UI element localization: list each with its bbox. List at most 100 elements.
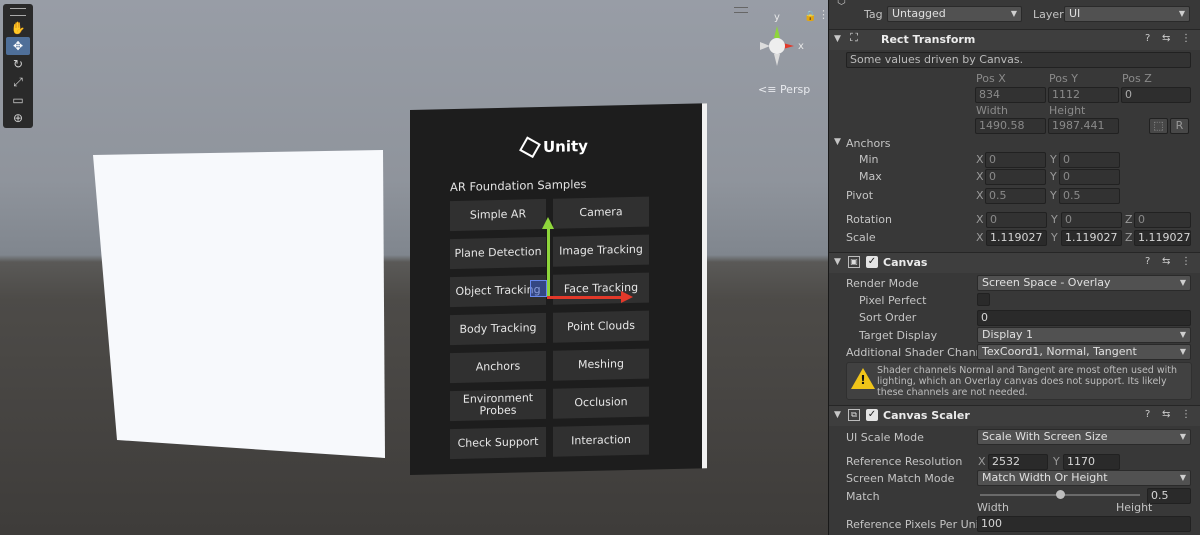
pos-x-label: Pos X (976, 72, 1006, 85)
pos-z-field[interactable]: 0 (1121, 87, 1191, 103)
layer-dropdown[interactable]: UI (1064, 6, 1190, 22)
scale-x-field[interactable]: 1.119027 (986, 230, 1047, 246)
canvas-scaler-icon: ⧉ (848, 409, 860, 421)
transform-icon[interactable]: ⊕ (6, 109, 30, 127)
interaction-button[interactable]: Interaction (553, 424, 649, 457)
axis-y-label: Y (1050, 153, 1057, 166)
anchors-max-label: Max (859, 170, 882, 183)
rotate-icon[interactable]: ↻ (6, 55, 30, 73)
occlusion-button[interactable]: Occlusion (553, 386, 649, 419)
scene-view[interactable]: ✋ ✥ ↻ ⤢ ▭ ⊕ 🔒 ⋮ y x <≡ Persp Unity AR Fo… (0, 0, 828, 535)
scale-icon[interactable]: ⤢ (6, 73, 30, 91)
kebab-menu-icon[interactable]: ⋮ (1181, 33, 1191, 44)
move-handle-x-arrow-icon[interactable] (621, 291, 633, 303)
move-icon[interactable]: ✥ (6, 37, 30, 55)
rect-transform-header[interactable]: ▼ ⛶ Rect Transform ? ⇆ ⋮ (829, 29, 1200, 50)
axis-y-label: Y (1053, 455, 1060, 468)
scale-label: Scale (846, 231, 876, 244)
canvas-scaler-title: Canvas Scaler (883, 409, 970, 422)
check-support-button[interactable]: Check Support (450, 426, 546, 460)
canvas-enabled-checkbox[interactable]: ✓ (866, 256, 878, 268)
blueprint-mode-button[interactable]: ⬚ (1149, 118, 1168, 134)
simple-ar-button[interactable]: Simple AR (450, 198, 546, 232)
pos-x-field[interactable]: 834 (975, 87, 1046, 103)
anchors-min-y-field[interactable]: 0 (1059, 152, 1120, 168)
face-tracking-button[interactable]: Face Tracking (553, 272, 649, 305)
meshing-button[interactable]: Meshing (553, 348, 649, 381)
render-mode-dropdown[interactable]: Screen Space - Overlay (977, 275, 1191, 291)
kebab-menu-icon[interactable]: ⋮ (818, 8, 828, 21)
move-handle-y-arrow-icon[interactable] (542, 217, 554, 229)
canvas-scaler-enabled-checkbox[interactable]: ✓ (866, 409, 878, 421)
match-value-field[interactable]: 0.5 (1147, 488, 1191, 504)
canvas-scaler-header[interactable]: ▼ ⧉ ✓ Canvas Scaler ? ⇆ ⋮ (829, 405, 1200, 426)
tag-dropdown[interactable]: Untagged (887, 6, 1022, 22)
presets-icon[interactable]: ⇆ (1162, 409, 1170, 420)
anchors-max-x-field[interactable]: 0 (985, 169, 1046, 185)
shader-channel-warning: ! Shader channels Normal and Tangent are… (846, 362, 1192, 400)
unity-cube-icon (519, 136, 541, 159)
width-field[interactable]: 1490.58 (975, 118, 1046, 134)
anchors-min-x-field[interactable]: 0 (985, 152, 1046, 168)
driven-note: Some values driven by Canvas. (846, 52, 1191, 68)
scale-y-field[interactable]: 1.119027 (1061, 230, 1122, 246)
reference-resolution-x-field[interactable]: 2532 (988, 454, 1048, 470)
raw-edit-button[interactable]: R (1170, 118, 1189, 134)
help-icon[interactable]: ? (1145, 33, 1150, 44)
sort-order-field[interactable]: 0 (977, 310, 1191, 326)
help-icon[interactable]: ? (1145, 256, 1150, 267)
rect-transform-icon: ⛶ (850, 31, 858, 44)
scene-menu-icon[interactable] (734, 7, 748, 13)
plane-detection-button[interactable]: Plane Detection (450, 236, 546, 270)
target-display-dropdown[interactable]: Display 1 (977, 327, 1191, 343)
rotation-z-field[interactable]: 0 (1134, 212, 1191, 228)
height-label: Height (1049, 104, 1086, 117)
collapse-triangle-icon[interactable]: ▼ (834, 410, 841, 420)
pos-y-field[interactable]: 1112 (1048, 87, 1119, 103)
presets-icon[interactable]: ⇆ (1162, 256, 1170, 267)
perspective-label[interactable]: <≡ Persp (758, 83, 810, 96)
reference-ppu-label: Reference Pixels Per Unit (846, 518, 983, 531)
ui-scale-mode-dropdown[interactable]: Scale With Screen Size (977, 429, 1191, 445)
help-icon[interactable]: ? (1145, 409, 1150, 420)
shader-channel-label: Additional Shader Channel (846, 346, 993, 359)
orientation-gizmo[interactable]: y x (750, 8, 810, 76)
presets-icon[interactable]: ⇆ (1162, 33, 1170, 44)
height-field[interactable]: 1987.441 (1048, 118, 1119, 134)
anchors-button[interactable]: Anchors (450, 350, 546, 384)
axis-y-label: Y (1050, 189, 1057, 202)
camera-button[interactable]: Camera (553, 196, 649, 229)
move-handle-x[interactable] (547, 296, 627, 299)
image-tracking-button[interactable]: Image Tracking (553, 234, 649, 267)
move-handle-plane[interactable] (530, 280, 547, 297)
match-slider-knob[interactable] (1056, 490, 1065, 499)
rect-icon[interactable]: ▭ (6, 91, 30, 109)
point-clouds-button[interactable]: Point Clouds (553, 310, 649, 343)
kebab-menu-icon[interactable]: ⋮ (1181, 256, 1191, 267)
move-handle-y[interactable] (547, 222, 550, 297)
body-tracking-button[interactable]: Body Tracking (450, 312, 546, 346)
collapse-triangle-icon[interactable]: ▼ (834, 34, 841, 44)
pivot-y-field[interactable]: 0.5 (1059, 188, 1120, 204)
screen-match-mode-dropdown[interactable]: Match Width Or Height (977, 470, 1191, 486)
pivot-x-field[interactable]: 0.5 (985, 188, 1046, 204)
toolbar-grip[interactable] (10, 8, 26, 16)
shader-channel-dropdown[interactable]: TexCoord1, Normal, Tangent (977, 344, 1191, 360)
match-height-label: Height (1116, 501, 1153, 514)
reference-resolution-y-field[interactable]: 1170 (1063, 454, 1120, 470)
ar-sample-canvas[interactable]: Unity AR Foundation Samples Simple AR Ca… (410, 103, 707, 475)
rotation-x-field[interactable]: 0 (986, 212, 1047, 228)
pixel-perfect-checkbox[interactable] (977, 293, 990, 306)
collapse-triangle-icon[interactable]: ▼ (834, 257, 841, 267)
kebab-menu-icon[interactable]: ⋮ (1181, 409, 1191, 420)
reference-resolution-label: Reference Resolution (846, 455, 963, 468)
hand-icon[interactable]: ✋ (6, 19, 30, 37)
rotation-y-field[interactable]: 0 (1061, 212, 1122, 228)
reference-ppu-field[interactable]: 100 (977, 516, 1191, 532)
scale-z-field[interactable]: 1.119027 (1134, 230, 1191, 246)
anchors-triangle-icon[interactable]: ▼ (834, 137, 841, 147)
environment-probes-button[interactable]: Environment Probes (450, 388, 546, 422)
anchors-max-y-field[interactable]: 0 (1059, 169, 1120, 185)
unity-logo: Unity (519, 136, 588, 159)
canvas-component-header[interactable]: ▼ ▣ ✓ Canvas ? ⇆ ⋮ (829, 252, 1200, 273)
